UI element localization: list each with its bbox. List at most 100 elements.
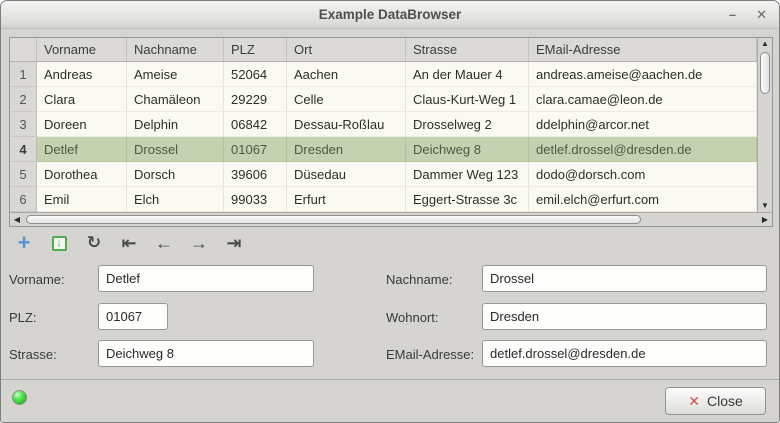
table-row[interactable]: 1 Andreas Ameise 52064 Aachen An der Mau… [10, 62, 757, 87]
vorname-field[interactable] [98, 265, 314, 292]
cell-ort: Düsedau [287, 162, 406, 187]
close-button[interactable]: ✕ Close [665, 387, 766, 415]
titlebar: Example DataBrowser – ✕ [1, 1, 779, 29]
refresh-button[interactable]: ↻ [83, 231, 105, 255]
column-header-email[interactable]: EMail-Adresse [529, 38, 757, 62]
cell-plz: 06842 [224, 112, 287, 137]
first-record-button[interactable]: ⇤ [118, 231, 140, 255]
cell-plz: 01067 [224, 137, 287, 162]
scroll-up-icon[interactable]: ▲ [758, 40, 772, 48]
post-record-button[interactable]: ↓ [48, 231, 70, 255]
cell-ort: Aachen [287, 62, 406, 87]
cell-vorname: Andreas [37, 62, 127, 87]
minimize-icon[interactable]: – [727, 1, 738, 29]
nachname-label: Nachname: [386, 272, 452, 287]
app-window: Example DataBrowser – ✕ Vorname Nachname… [0, 0, 780, 423]
last-record-icon: ⇥ [226, 233, 241, 253]
cell-strasse: Eggert-Strasse 3c [406, 187, 529, 212]
cell-strasse: Dammer Weg 123 [406, 162, 529, 187]
row-number: 5 [10, 162, 37, 187]
table-row[interactable]: 2 Clara Chamäleon 29229 Celle Claus-Kurt… [10, 87, 757, 112]
horizontal-scrollbar[interactable]: ◀ ▶ [10, 212, 772, 226]
save-icon: ↓ [52, 236, 67, 251]
cell-ort: Dresden [287, 137, 406, 162]
vertical-scrollbar[interactable]: ▲ ▼ [757, 38, 772, 212]
data-table: Vorname Nachname PLZ Ort Strasse EMail-A… [9, 37, 773, 227]
nachname-field[interactable] [482, 265, 767, 292]
cell-email: dodo@dorsch.com [529, 162, 757, 187]
window-controls: – ✕ [727, 1, 769, 29]
email-label: EMail-Adresse: [386, 347, 474, 362]
plus-icon: + [18, 232, 31, 254]
row-number: 6 [10, 187, 37, 212]
cell-plz: 29229 [224, 87, 287, 112]
table-row[interactable]: 3 Doreen Delphin 06842 Dessau-Roßlau Dro… [10, 112, 757, 137]
table-row[interactable]: 5 Dorothea Dorsch 39606 Düsedau Dammer W… [10, 162, 757, 187]
table-header-row: Vorname Nachname PLZ Ort Strasse EMail-A… [10, 38, 757, 62]
status-led-icon [12, 390, 27, 405]
refresh-icon: ↻ [87, 234, 101, 252]
close-x-icon: ✕ [688, 393, 700, 410]
cell-plz: 52064 [224, 62, 287, 87]
vertical-scrollbar-thumb[interactable] [760, 52, 770, 94]
window-title: Example DataBrowser [319, 7, 462, 22]
window-close-icon[interactable]: ✕ [754, 1, 769, 29]
cell-email: ddelphin@arcor.net [529, 112, 757, 137]
table-row-selected[interactable]: 4 Detlef Drossel 01067 Dresden Deichweg … [10, 137, 757, 162]
cell-vorname: Emil [37, 187, 127, 212]
cell-nachname: Elch [127, 187, 224, 212]
column-header-ort[interactable]: Ort [287, 38, 406, 62]
cell-plz: 99033 [224, 187, 287, 212]
wohnort-label: Wohnort: [386, 310, 439, 325]
cell-vorname: Detlef [37, 137, 127, 162]
column-header-vorname[interactable]: Vorname [37, 38, 127, 62]
cell-strasse: Drosselweg 2 [406, 112, 529, 137]
column-header-plz[interactable]: PLZ [224, 38, 287, 62]
column-header-nachname[interactable]: Nachname [127, 38, 224, 62]
row-number: 3 [10, 112, 37, 137]
footer-bar: ✕ Close [1, 380, 779, 422]
cell-vorname: Doreen [37, 112, 127, 137]
row-number: 4 [10, 137, 37, 162]
strasse-label: Strasse: [9, 347, 57, 362]
scroll-right-icon[interactable]: ▶ [759, 213, 771, 226]
cell-strasse: Deichweg 8 [406, 137, 529, 162]
cell-email: andreas.ameise@aachen.de [529, 62, 757, 87]
cell-vorname: Dorothea [37, 162, 127, 187]
cell-nachname: Drossel [127, 137, 224, 162]
wohnort-field[interactable] [482, 303, 767, 330]
cell-strasse: An der Mauer 4 [406, 62, 529, 87]
table-grid: Vorname Nachname PLZ Ort Strasse EMail-A… [10, 38, 757, 212]
previous-record-icon: ← [155, 233, 173, 253]
row-number: 1 [10, 62, 37, 87]
strasse-field[interactable] [98, 340, 314, 367]
vorname-label: Vorname: [9, 272, 65, 287]
cell-nachname: Delphin [127, 112, 224, 137]
scroll-left-icon[interactable]: ◀ [11, 213, 23, 226]
cell-plz: 39606 [224, 162, 287, 187]
scroll-down-icon[interactable]: ▼ [758, 202, 772, 210]
cell-nachname: Dorsch [127, 162, 224, 187]
cell-strasse: Claus-Kurt-Weg 1 [406, 87, 529, 112]
cell-ort: Dessau-Roßlau [287, 112, 406, 137]
horizontal-scrollbar-thumb[interactable] [26, 215, 641, 224]
column-header-corner [10, 38, 37, 62]
previous-record-button[interactable]: ← [153, 231, 175, 255]
email-field[interactable] [482, 340, 767, 367]
column-header-strasse[interactable]: Strasse [406, 38, 529, 62]
cell-nachname: Chamäleon [127, 87, 224, 112]
close-button-label: Close [707, 393, 743, 409]
next-record-button[interactable]: → [188, 231, 210, 255]
plz-field[interactable] [98, 303, 168, 330]
plz-label: PLZ: [9, 310, 36, 325]
cell-ort: Celle [287, 87, 406, 112]
add-record-button[interactable]: + [13, 231, 35, 255]
record-toolbar: + ↓ ↻ ⇤ ← → ⇥ [9, 228, 245, 258]
cell-vorname: Clara [37, 87, 127, 112]
table-row[interactable]: 6 Emil Elch 99033 Erfurt Eggert-Strasse … [10, 187, 757, 212]
cell-nachname: Ameise [127, 62, 224, 87]
cell-email: emil.elch@erfurt.com [529, 187, 757, 212]
last-record-button[interactable]: ⇥ [223, 231, 245, 255]
row-number: 2 [10, 87, 37, 112]
cell-ort: Erfurt [287, 187, 406, 212]
